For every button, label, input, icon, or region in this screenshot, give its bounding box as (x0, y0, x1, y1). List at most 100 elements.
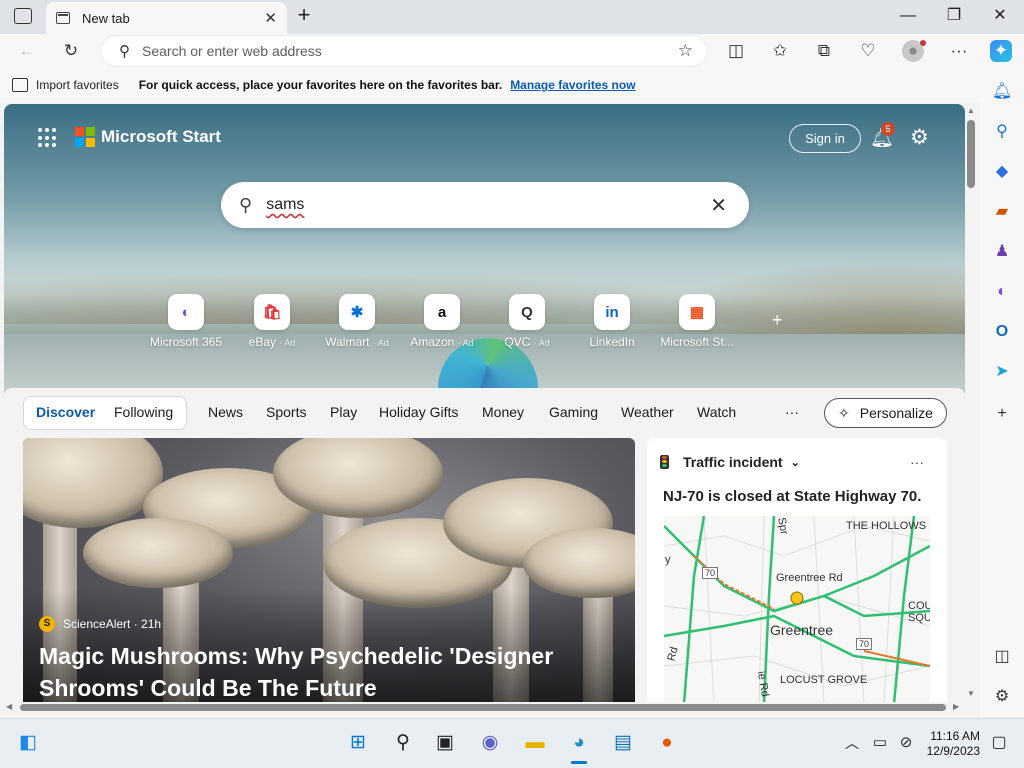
route-shield: 70 (702, 567, 719, 579)
tab-weather[interactable]: Weather (621, 404, 674, 420)
web-search-box[interactable]: ⚲ sams ✕ (221, 182, 749, 228)
quick-link-microsoft-store[interactable]: ▦ Microsoft St... (642, 294, 752, 349)
add-quick-link-icon[interactable]: + (772, 310, 783, 331)
tab-actions-icon[interactable] (14, 8, 32, 24)
network-icon[interactable]: ▭ (868, 731, 892, 755)
app-launcher-icon[interactable] (38, 128, 58, 148)
active-app-indicator (571, 761, 587, 764)
microsoft-logo-icon (75, 127, 95, 147)
traffic-title-label: Traffic incident (683, 454, 783, 470)
notification-count-badge: 5 (881, 122, 895, 136)
quick-link-label: Microsoft St... (660, 335, 734, 349)
walmart-spark-icon: ✱ (339, 294, 375, 330)
search-icon: ⚲ (239, 194, 253, 215)
back-arrow-icon[interactable]: ← (16, 40, 38, 62)
games-chess-icon[interactable]: ♟ (991, 241, 1013, 263)
tab-money[interactable]: Money (482, 404, 524, 420)
article-headline[interactable]: Magic Mushrooms: Why Psychedelic 'Design… (39, 640, 619, 702)
new-tab-button[interactable]: + (294, 4, 314, 26)
firefox-icon[interactable]: ● (655, 731, 679, 755)
split-screen-icon[interactable]: ◫ (725, 40, 747, 62)
sidebar-settings-gear-icon[interactable]: ⚙ (991, 686, 1013, 708)
tools-briefcase-icon[interactable]: ▰ (991, 201, 1013, 223)
map-label: Greentree (770, 622, 834, 638)
edge-browser-icon[interactable]: ◕ (567, 731, 591, 755)
tab-title: New tab (82, 10, 130, 26)
traffic-title[interactable]: Traffic incident ⌄ (660, 454, 800, 470)
tab-watch[interactable]: Watch (697, 404, 736, 420)
add-sidebar-app-icon[interactable]: + (991, 403, 1013, 425)
more-tabs-icon[interactable]: ··· (785, 404, 799, 420)
manage-favorites-link[interactable]: Manage favorites now (510, 78, 635, 92)
send-icon[interactable]: ➤ (991, 361, 1013, 383)
favorite-star-icon[interactable]: ☆ (678, 41, 693, 61)
search-input[interactable]: sams (266, 196, 304, 214)
linkedin-icon: in (594, 294, 630, 330)
notifications-icon[interactable]: 🔔︎ (991, 81, 1013, 103)
tab-gaming[interactable]: Gaming (549, 404, 598, 420)
search-icon[interactable]: ⚲ (991, 121, 1013, 143)
quick-link-label: Microsoft 365 (149, 335, 223, 349)
brand-name[interactable]: Microsoft Start (101, 127, 221, 147)
tab-discover[interactable]: Discover (36, 404, 95, 420)
tab-play[interactable]: Play (330, 404, 357, 420)
route-shield: 70 (856, 638, 873, 650)
hide-sidebar-icon[interactable]: ◫ (991, 646, 1013, 668)
import-icon (12, 78, 28, 92)
address-placeholder: Search or enter web address (142, 43, 322, 59)
traffic-more-icon[interactable]: ··· (910, 454, 924, 470)
sign-in-button[interactable]: Sign in (789, 124, 861, 153)
start-windows-icon[interactable]: ⊞ (346, 731, 370, 755)
scroll-left-icon[interactable]: ◀ (6, 702, 12, 711)
sparkle-icon: ✧ (838, 404, 850, 421)
scroll-right-icon[interactable]: ▶ (953, 702, 959, 711)
tab-following[interactable]: Following (114, 404, 173, 420)
vertical-scroll-thumb[interactable] (967, 120, 975, 188)
tab-news[interactable]: News (208, 404, 243, 420)
address-bar[interactable]: ⚲ Search or enter web address ☆ (101, 36, 707, 66)
tab-holiday-gifts[interactable]: Holiday Gifts (379, 404, 458, 420)
ad-label: · Ad (533, 338, 550, 348)
refresh-icon[interactable]: ↻ (60, 40, 82, 62)
file-explorer-icon[interactable]: ▬ (523, 731, 547, 755)
microsoft-store-icon[interactable]: ▤ (611, 731, 635, 755)
task-view-icon[interactable]: ▣ (433, 731, 457, 755)
incident-marker[interactable] (790, 591, 804, 605)
taskbar-search-icon[interactable]: ⚲ (391, 731, 415, 755)
tab-sports[interactable]: Sports (266, 404, 306, 420)
restore-button[interactable]: ❐ (944, 6, 964, 26)
article-card[interactable]: S ScienceAlert · 21h Magic Mushrooms: Wh… (23, 438, 635, 702)
vertical-scrollbar[interactable] (965, 104, 979, 702)
system-clock[interactable]: 11:16 AM 12/9/2023 (924, 729, 980, 759)
clear-search-icon[interactable]: ✕ (710, 193, 727, 218)
ad-label: · Ad (279, 338, 296, 348)
personalize-button[interactable]: ✧ Personalize (824, 398, 947, 428)
traffic-map[interactable]: THE HOLLOWS Greentree Rd Greentree LOCUS… (664, 516, 930, 702)
page-settings-gear-icon[interactable]: ⚙ (910, 125, 929, 150)
close-window-button[interactable]: ✕ (990, 6, 1010, 26)
browser-essentials-icon[interactable]: ♡ (857, 40, 879, 62)
chat-teams-icon[interactable]: ◉ (478, 731, 502, 755)
favorites-icon[interactable]: ✩ (769, 40, 791, 62)
import-favorites-button[interactable]: Import favorites (12, 78, 119, 92)
microsoft-365-icon[interactable]: ◐ (991, 281, 1013, 303)
clock-time: 11:16 AM (930, 729, 980, 743)
scroll-down-icon[interactable]: ▼ (967, 689, 975, 698)
tab-new-tab[interactable]: New tab ✕ (46, 2, 287, 34)
minimize-button[interactable]: — (898, 6, 918, 26)
settings-more-icon[interactable]: ··· (948, 40, 970, 62)
scroll-up-icon[interactable]: ▲ (967, 106, 975, 115)
article-source[interactable]: S ScienceAlert · 21h (39, 616, 161, 632)
horizontal-scroll-thumb[interactable] (20, 704, 946, 711)
collections-icon[interactable]: ⧉ (813, 40, 835, 62)
page-icon (56, 12, 70, 24)
favorites-bar-message: For quick access, place your favorites h… (138, 78, 503, 92)
volume-muted-icon[interactable]: ⊘ (894, 731, 918, 755)
tab-close-icon[interactable]: ✕ (264, 9, 277, 27)
outlook-icon[interactable]: O (991, 321, 1013, 343)
copilot-icon[interactable]: ✦ (990, 40, 1012, 62)
notification-center-icon[interactable]: ▢ (987, 731, 1011, 755)
widgets-icon[interactable]: ◧ (16, 731, 40, 755)
show-hidden-icons-chevron-icon[interactable]: ︿ (840, 731, 864, 755)
shopping-tag-icon[interactable]: ◆ (991, 161, 1013, 183)
